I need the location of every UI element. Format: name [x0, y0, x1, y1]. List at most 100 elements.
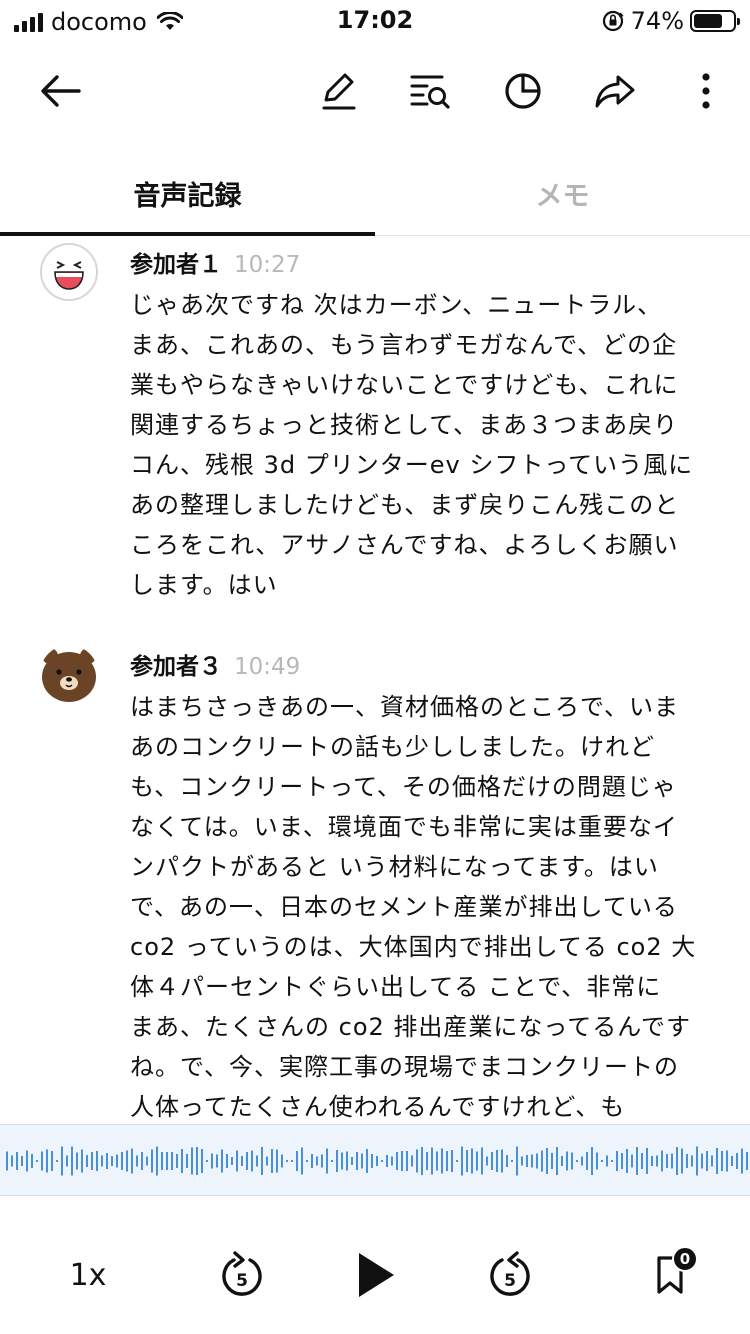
forward-5-icon: 5 [490, 1251, 530, 1296]
transcript-list[interactable]: 参加者１ 10:27 じゃあ次ですね 次はカーボン、ニュートラル、 まあ、これあ… [0, 237, 750, 1123]
forward-seconds: 5 [504, 1271, 516, 1291]
waveform-bar [616, 1151, 618, 1171]
waveform-bar [736, 1153, 738, 1169]
timestamp[interactable]: 10:49 [234, 654, 300, 680]
waveform-bar [211, 1153, 213, 1169]
waveform-bar [496, 1150, 498, 1172]
utterance-line: コん、残根 3d プリンターev シフトっていう風に [130, 451, 694, 479]
waveform-bar [576, 1160, 578, 1162]
more-button[interactable] [675, 60, 737, 122]
waveform-bar [391, 1156, 393, 1166]
waveform-bar [246, 1152, 248, 1170]
search-list-icon [410, 75, 450, 109]
status-right: 74% [601, 7, 740, 35]
play-button[interactable] [344, 1230, 408, 1320]
waveform-bar [21, 1156, 23, 1166]
waveform-bar [626, 1149, 628, 1173]
waveform-bar [516, 1146, 518, 1176]
waveform-bar [91, 1152, 93, 1170]
waveform-bar [16, 1152, 18, 1170]
audio-waveform[interactable] [0, 1124, 750, 1196]
waveform-bar [586, 1152, 588, 1170]
waveform-bar [711, 1155, 713, 1167]
waveform-bar [726, 1150, 728, 1172]
waveform-bar [161, 1152, 163, 1170]
utterance-line: あの整理しましたけども、まず戻りこん残このと [130, 491, 680, 519]
tab-memo[interactable]: メモ [375, 150, 750, 236]
waveform-bar [146, 1156, 148, 1166]
waveform-bar [731, 1156, 733, 1166]
timestamp[interactable]: 10:27 [234, 252, 300, 278]
utterance-line: まあ、これあの、もう言わずモガなんで、どの企 [130, 331, 678, 359]
search-transcript-button[interactable] [400, 60, 462, 122]
waveform-bar [456, 1160, 458, 1162]
waveform-bar [671, 1153, 673, 1169]
utterance-line: も、コンクリートって、その価格だけの問題じゃ [130, 773, 677, 801]
waveform-bar [111, 1156, 113, 1166]
waveform-bar [696, 1146, 698, 1176]
waveform-bar [511, 1160, 513, 1162]
waveform-bar [631, 1154, 633, 1168]
player-controls: 1x 5 5 0 [0, 1230, 750, 1320]
waveform-bars [6, 1146, 748, 1176]
waveform-bar [451, 1150, 453, 1172]
brown-bear-icon [40, 645, 98, 703]
waveform-bar [611, 1160, 613, 1162]
more-vertical-icon [702, 73, 710, 109]
waveform-bar [661, 1150, 663, 1172]
waveform-bar [596, 1152, 598, 1170]
waveform-bar [591, 1147, 593, 1175]
forward-button[interactable]: 5 [478, 1230, 542, 1320]
utterance-line: 体４パーセントぐらい出してる ことで、非常に [130, 973, 662, 1001]
waveform-bar [101, 1155, 103, 1167]
speaker-name: 参加者３ [130, 654, 222, 680]
waveform-bar [66, 1155, 68, 1167]
waveform-bar [371, 1154, 373, 1168]
waveform-bar [316, 1156, 318, 1166]
active-tab-indicator [0, 232, 375, 236]
waveform-bar [491, 1152, 493, 1170]
tab-transcript[interactable]: 音声記録 [0, 150, 375, 236]
utterance-line: ね。で、今、実際工事の現場でまコンクリートの [130, 1053, 680, 1081]
waveform-bar [221, 1149, 223, 1173]
waveform-bar [311, 1154, 313, 1168]
waveform-bar [151, 1149, 153, 1173]
waveform-bar [31, 1154, 33, 1168]
waveform-bar [571, 1152, 573, 1170]
waveform-bar [461, 1146, 463, 1176]
playback-speed-button[interactable]: 1x [56, 1230, 120, 1320]
waveform-bar [321, 1154, 323, 1168]
waveform-bar [126, 1150, 128, 1172]
waveform-bar [291, 1160, 293, 1162]
waveform-bar [286, 1160, 288, 1162]
waveform-bar [81, 1149, 83, 1173]
summary-button[interactable] [492, 60, 554, 122]
waveform-bar [201, 1149, 203, 1173]
waveform-bar [621, 1153, 623, 1169]
share-button[interactable] [584, 60, 646, 122]
waveform-bar [636, 1147, 638, 1175]
rewind-button[interactable]: 5 [210, 1230, 274, 1320]
waveform-bar [606, 1155, 608, 1167]
bookmark-count-badge: 0 [672, 1246, 698, 1272]
waveform-bar [706, 1151, 708, 1171]
waveform-bar [421, 1147, 423, 1175]
waveform-bar [691, 1155, 693, 1167]
back-button[interactable] [30, 60, 92, 122]
waveform-bar [251, 1150, 253, 1172]
toolbar [0, 60, 750, 122]
utterance-line: じゃあ次ですね 次はカーボン、ニュートラル、 [130, 291, 663, 319]
waveform-bar [196, 1147, 198, 1175]
waveform-bar [266, 1156, 268, 1166]
waveform-bar [381, 1160, 383, 1162]
edit-button[interactable] [308, 60, 370, 122]
bookmark-button[interactable]: 0 [640, 1230, 700, 1320]
utterance-line: で、あの一、日本のセメント産業が排出している [130, 893, 678, 921]
waveform-bar [426, 1152, 428, 1170]
waveform-bar [41, 1151, 43, 1171]
waveform-bar [336, 1150, 338, 1172]
waveform-bar [486, 1156, 488, 1166]
waveform-bar [526, 1155, 528, 1167]
waveform-bar [471, 1148, 473, 1174]
waveform-bar [301, 1147, 303, 1175]
